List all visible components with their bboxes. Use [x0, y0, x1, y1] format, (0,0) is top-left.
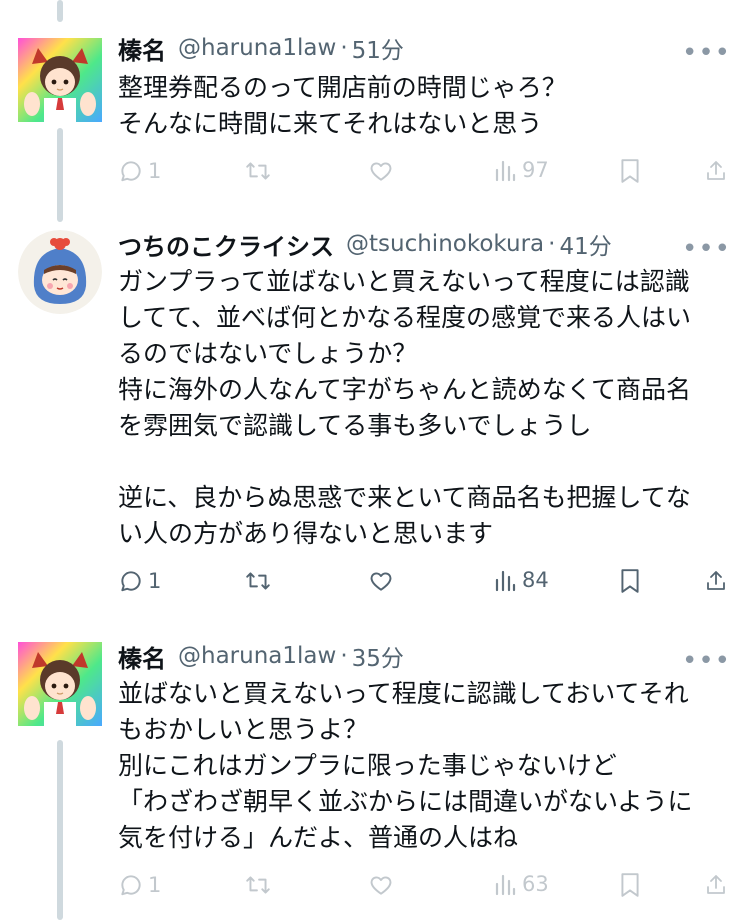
heart-icon: [370, 162, 392, 181]
timestamp[interactable]: 51分: [352, 31, 404, 65]
share-icon: [707, 161, 725, 180]
user-handle[interactable]: @haruna1law: [178, 643, 336, 669]
more-options-icon[interactable]: •••: [682, 234, 731, 264]
analytics-icon: [495, 874, 516, 896]
bookmark-icon: [621, 159, 639, 183]
bookmark-icon: [621, 569, 639, 593]
separator-dot: ·: [548, 231, 556, 257]
views-button[interactable]: 84: [494, 568, 549, 592]
retweet-icon: [246, 876, 270, 894]
view-count: 63: [522, 872, 549, 896]
display-name[interactable]: 榛名: [118, 31, 166, 66]
tweet-1[interactable]: 榛名 @haruna1law · 51分 ••• 整理券配るのって開店前の時間じ…: [0, 0, 749, 210]
analytics-icon: [495, 160, 516, 182]
like-button[interactable]: [368, 568, 394, 594]
timestamp[interactable]: 35分: [352, 639, 404, 673]
retweet-button[interactable]: [244, 158, 272, 184]
analytics-icon: [495, 570, 516, 592]
share-icon: [707, 875, 725, 894]
bookmark-icon: [621, 873, 639, 897]
display-name[interactable]: つちのこクライシス: [118, 227, 334, 262]
user-handle[interactable]: @tsuchinokokura: [346, 231, 544, 257]
share-button[interactable]: [704, 568, 728, 594]
timestamp[interactable]: 41分: [559, 227, 611, 261]
tweet-3[interactable]: 榛名 @haruna1law · 35分 ••• 並ばないと買えないって程度に認…: [0, 620, 749, 920]
retweet-icon: [246, 162, 270, 180]
views-button[interactable]: 97: [494, 158, 549, 182]
tweet-text: 並ばないと買えないって程度に認識しておいてそれもおかしいと思うよ？ 別にこれはガ…: [118, 679, 693, 852]
bookmark-button[interactable]: [619, 872, 641, 898]
tweet-text: 整理券配るのって開店前の時間じゃろ？ そんなに時間に来てそれはないと思う: [118, 73, 567, 138]
view-count: 97: [522, 158, 549, 182]
user-handle[interactable]: @haruna1law: [178, 35, 336, 61]
reply-icon: [121, 571, 141, 592]
avatar[interactable]: [18, 38, 102, 122]
like-button[interactable]: [368, 158, 394, 184]
tweet-actions: 1 63: [118, 872, 733, 902]
heart-icon: [370, 572, 392, 591]
tweet-text: ガンプラって並ばないと買えないって程度には認識してて、並べば何とかなる程度の感覚…: [118, 267, 692, 548]
separator-dot: ·: [340, 643, 348, 669]
retweet-button[interactable]: [244, 872, 272, 898]
more-options-icon[interactable]: •••: [682, 38, 731, 68]
share-button[interactable]: [704, 872, 728, 898]
tweet-actions: 1 84: [118, 568, 733, 598]
bookmark-button[interactable]: [619, 568, 641, 594]
reply-button[interactable]: 1: [118, 568, 161, 594]
tweet-header: つちのこクライシス @tsuchinokokura · 41分: [118, 227, 612, 261]
reply-button[interactable]: 1: [118, 872, 161, 898]
share-button[interactable]: [704, 158, 728, 184]
tweet-header: 榛名 @haruna1law · 51分: [118, 31, 404, 65]
tweet-actions: 1 97: [118, 158, 733, 188]
reply-icon: [121, 875, 141, 896]
like-button[interactable]: [368, 872, 394, 898]
tweet-header: 榛名 @haruna1law · 35分: [118, 639, 404, 673]
views-button[interactable]: 63: [494, 872, 549, 896]
tweet-2[interactable]: つちのこクライシス @tsuchinokokura · 41分 ••• ガンプラ…: [0, 210, 749, 620]
reply-count: 1: [148, 159, 162, 183]
more-options-icon[interactable]: •••: [682, 646, 731, 676]
separator-dot: ·: [340, 35, 348, 61]
retweet-button[interactable]: [244, 568, 272, 594]
reply-count: 1: [148, 873, 162, 897]
retweet-icon: [246, 572, 270, 590]
avatar[interactable]: [18, 230, 102, 314]
heart-icon: [370, 876, 392, 895]
display-name[interactable]: 榛名: [118, 639, 166, 674]
reply-button[interactable]: 1: [118, 158, 161, 184]
bookmark-button[interactable]: [619, 158, 641, 184]
reply-icon: [121, 161, 141, 182]
reply-count: 1: [148, 569, 162, 593]
share-icon: [707, 571, 725, 590]
avatar[interactable]: [18, 642, 102, 726]
view-count: 84: [522, 568, 549, 592]
